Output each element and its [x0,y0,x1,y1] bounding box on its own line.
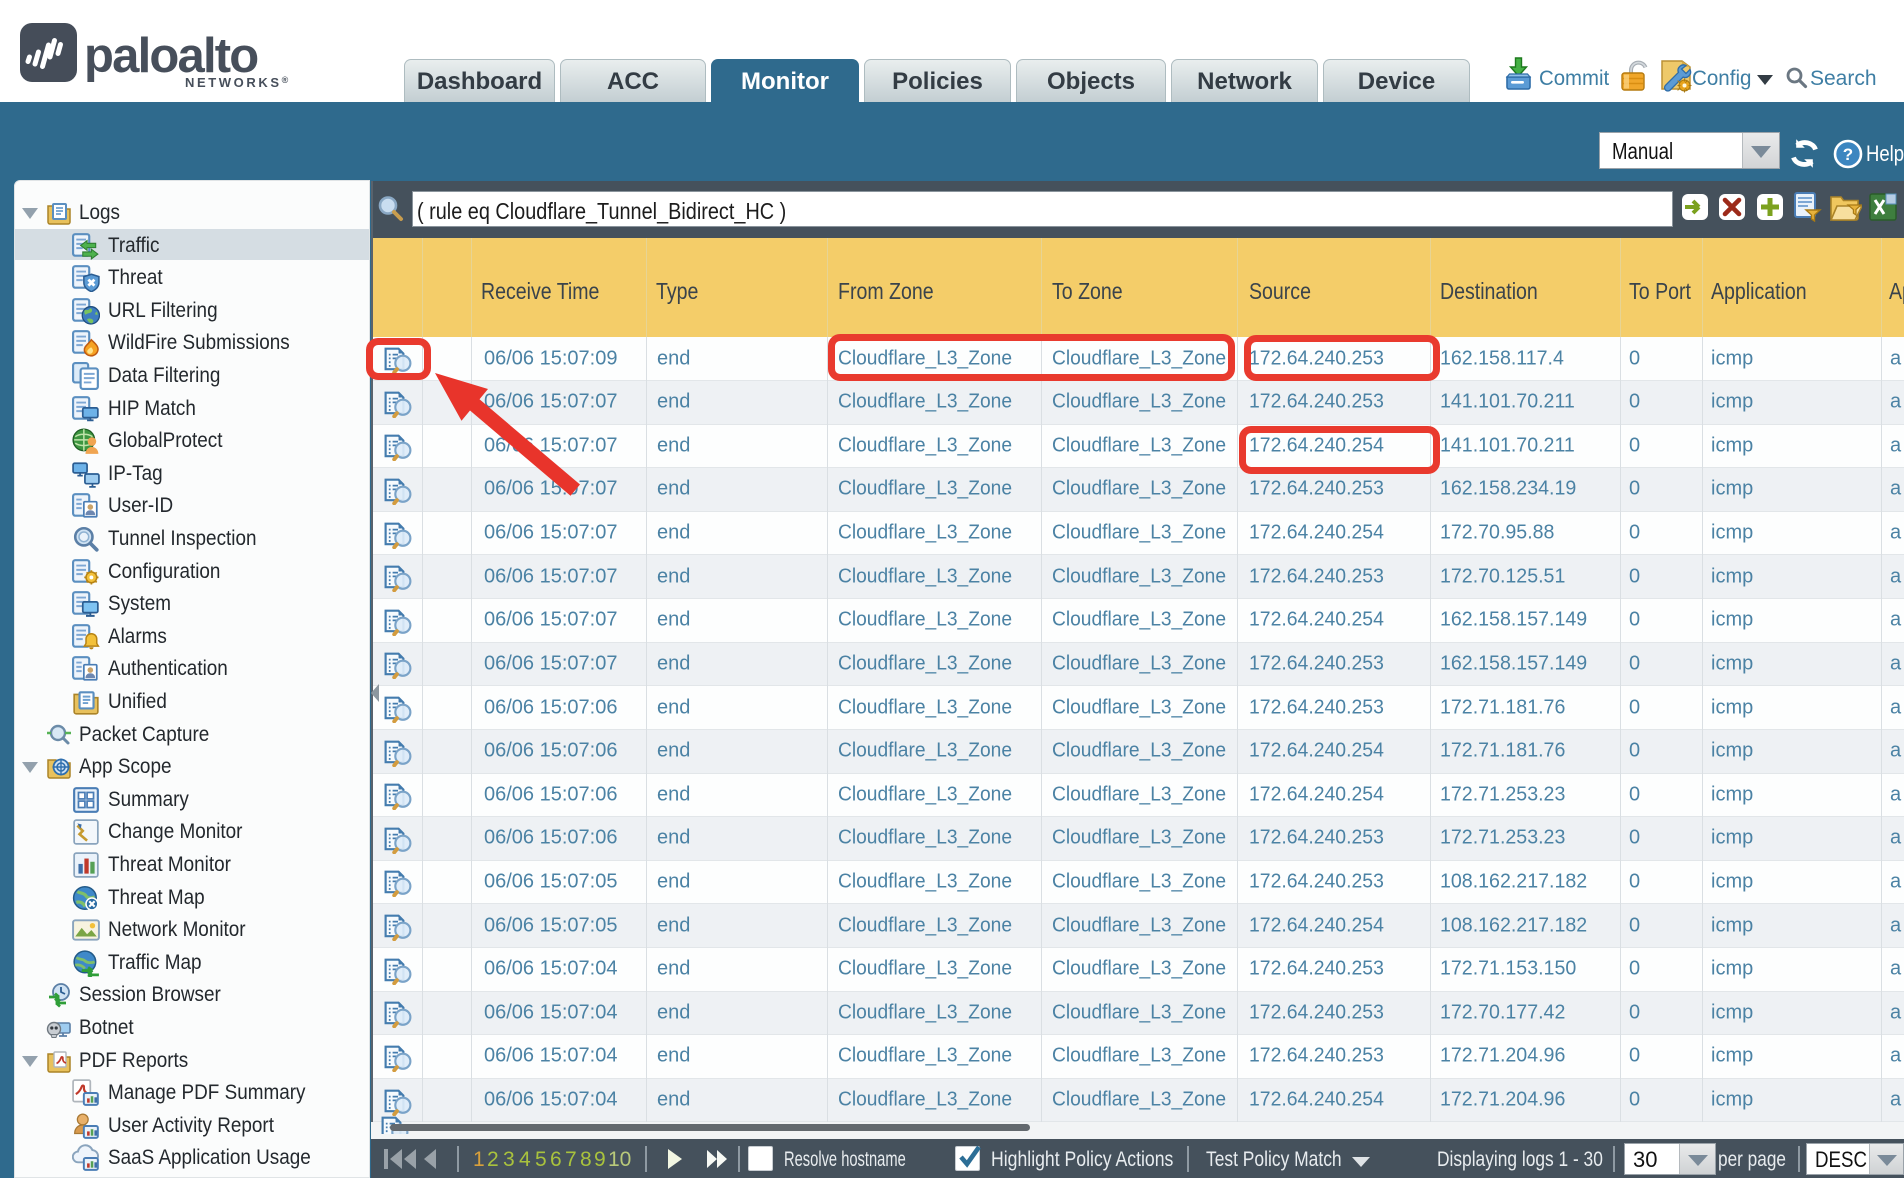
svg-text:?: ? [1843,145,1853,164]
